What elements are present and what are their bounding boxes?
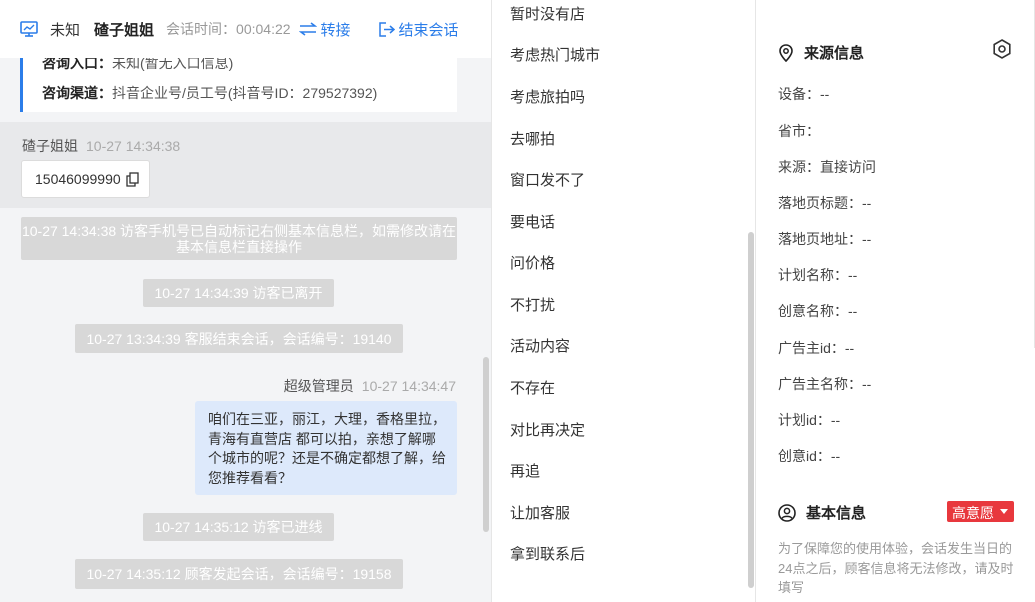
exit-icon [378,21,395,37]
agent-message-header: 超级管理员 10-27 14:34:47 [284,376,456,396]
source-field: 来源：直接访问 [778,159,876,175]
quick-reply-item[interactable]: 对比再决定 [510,419,585,440]
intent-level-dropdown[interactable]: 高意愿 [947,501,1014,522]
source-field: 创意id：-- [778,448,841,464]
phone-number: 15046099990 [35,171,121,187]
quick-reply-item[interactable]: 窗口发不了 [510,169,585,190]
basic-info-header: 基本信息 [778,502,866,523]
quick-reply-item[interactable]: 问价格 [510,252,555,273]
quick-reply-item[interactable]: 不打扰 [510,294,555,315]
end-session-button[interactable]: 结束会话 [378,19,459,40]
source-field: 广告主名称：-- [778,376,872,392]
channel-label: 咨询渠道： [42,85,112,101]
visitor-phone-message: 碴子姐姐 10-27 14:34:38 15046099990 [0,122,491,208]
source-field: 落地页标题：-- [778,195,872,211]
system-message: 10-27 14:35:12 顾客发起会话，会话编号：19158 [75,559,403,589]
quick-reply-item[interactable]: 要电话 [510,211,555,232]
quick-reply-item[interactable]: 活动内容 [510,335,570,356]
session-time-label: 会话时间： [166,21,237,37]
source-field: 计划id：-- [778,412,841,428]
quick-reply-item[interactable]: 去哪拍 [510,128,555,149]
quick-reply-item[interactable]: 再追 [510,460,540,481]
system-message: 10-27 13:34:39 客服结束会话，会话编号：19140 [75,324,403,353]
agent-message-time: 10-27 14:34:47 [361,378,456,394]
source-field: 广告主id：-- [778,340,855,356]
quick-reply-item[interactable]: 暂时没有店 [510,3,585,24]
channel-line: 咨询渠道：抖音企业号/员工号(抖音号ID：279527392) [42,83,377,103]
source-info-header: 来源信息 [778,42,864,63]
source-field: 计划名称：-- [778,267,858,283]
monitor-icon [20,21,38,37]
source-info-title: 来源信息 [804,45,865,62]
channel-value: 抖音企业号/员工号(抖音号ID：279527392) [112,85,378,101]
chat-header: 未知 碴子姐姐 会话时间： 00:04:22 转接 结束会话 [0,0,491,58]
phone-number-box[interactable]: 15046099990 [21,160,150,198]
customer-info-panel: 来源信息 设备：-- 省市： 来源：直接访问 落地页标题：-- 落地页地址：--… [755,0,1035,602]
location-pin-icon [779,43,793,62]
source-field: 省市： [778,123,820,139]
end-session-label: 结束会话 [398,21,459,39]
quick-reply-panel: 暂时没有店 考虑热门城市 考虑旅拍吗 去哪拍 窗口发不了 要电话 问价格 不打扰… [491,0,755,602]
system-message: 10-27 14:35:12 访客已进线 [143,513,334,541]
transfer-icon [298,22,317,36]
customer-status: 未知 [50,21,81,39]
message-time: 10-27 14:34:38 [86,138,181,154]
source-field: 落地页地址：-- [778,231,872,247]
customer-name: 碴子姐姐 [94,21,155,39]
agent-name: 超级管理员 [283,378,354,394]
sender-name: 碴子姐姐 [22,138,78,154]
system-message: 10-27 14:34:39 访客已离开 [143,279,334,307]
session-time: 00:04:22 [236,21,291,37]
user-circle-icon [778,503,796,522]
copy-icon[interactable] [126,172,139,187]
quick-reply-item[interactable]: 让加客服 [510,502,570,523]
edit-notice: 为了保障您的使用体验，会话发生当日的24点之后，顾客信息将无法修改，请及时填写 [778,541,1014,595]
agent-message-bubble: 咱们在三亚，丽江，大理，香格里拉，青海有直营店 都可以拍，亲想了解哪个城市的呢？… [195,401,457,495]
settings-icon[interactable] [992,39,1012,59]
chat-scrollbar[interactable] [483,357,489,532]
quick-reply-item[interactable]: 不存在 [510,377,555,398]
basic-info-title: 基本信息 [806,505,867,522]
source-field: 设备：-- [778,86,830,102]
quick-reply-scrollbar[interactable] [748,232,754,588]
transfer-label: 转接 [320,21,351,39]
transfer-button[interactable]: 转接 [298,19,351,40]
source-field: 创意名称：-- [778,303,858,319]
chat-panel: 咨询入口：未知(暂无入口信息) 咨询渠道：抖音企业号/员工号(抖音号ID：279… [0,0,491,602]
system-message: 10-27 14:34:38 访客手机号已自动标记右侧基本信息栏，如需修改请在基… [21,217,457,260]
quick-reply-item[interactable]: 拿到联系后 [510,543,585,564]
message-sender: 碴子姐姐 10-27 14:34:38 [22,136,180,156]
quick-reply-item[interactable]: 考虑热门城市 [510,44,600,65]
intent-level-label: 高意愿 [952,505,994,521]
caret-down-icon [1000,509,1008,514]
quick-reply-item[interactable]: 考虑旅拍吗 [510,86,585,107]
